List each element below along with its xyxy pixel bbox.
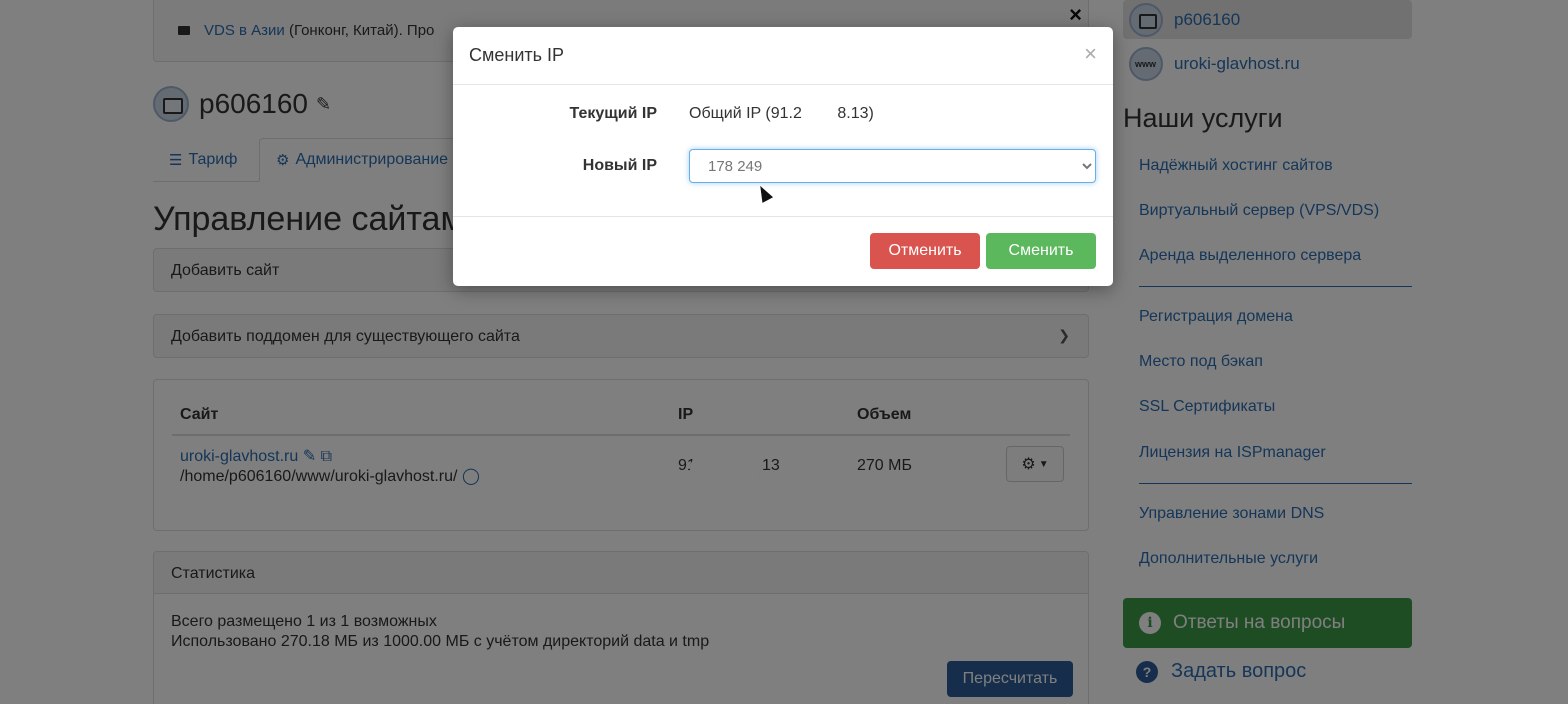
modal-footer-divider bbox=[453, 216, 1113, 217]
close-icon[interactable]: × bbox=[1084, 41, 1097, 67]
new-ip-label: Новый IP bbox=[582, 157, 657, 174]
change-ip-modal: Сменить IP × Текущий IP Общий IP (91.2 8… bbox=[453, 27, 1113, 286]
modal-header: Сменить IP × bbox=[453, 27, 1113, 85]
current-ip-label: Текущий IP bbox=[569, 105, 657, 122]
current-ip-value: Общий IP (91.2 8.13) bbox=[689, 105, 874, 122]
change-button[interactable]: Сменить bbox=[986, 233, 1096, 269]
new-ip-select[interactable]: 178 249 bbox=[689, 149, 1096, 183]
cancel-button[interactable]: Отменить bbox=[870, 233, 980, 269]
modal-title: Сменить IP bbox=[469, 45, 565, 65]
